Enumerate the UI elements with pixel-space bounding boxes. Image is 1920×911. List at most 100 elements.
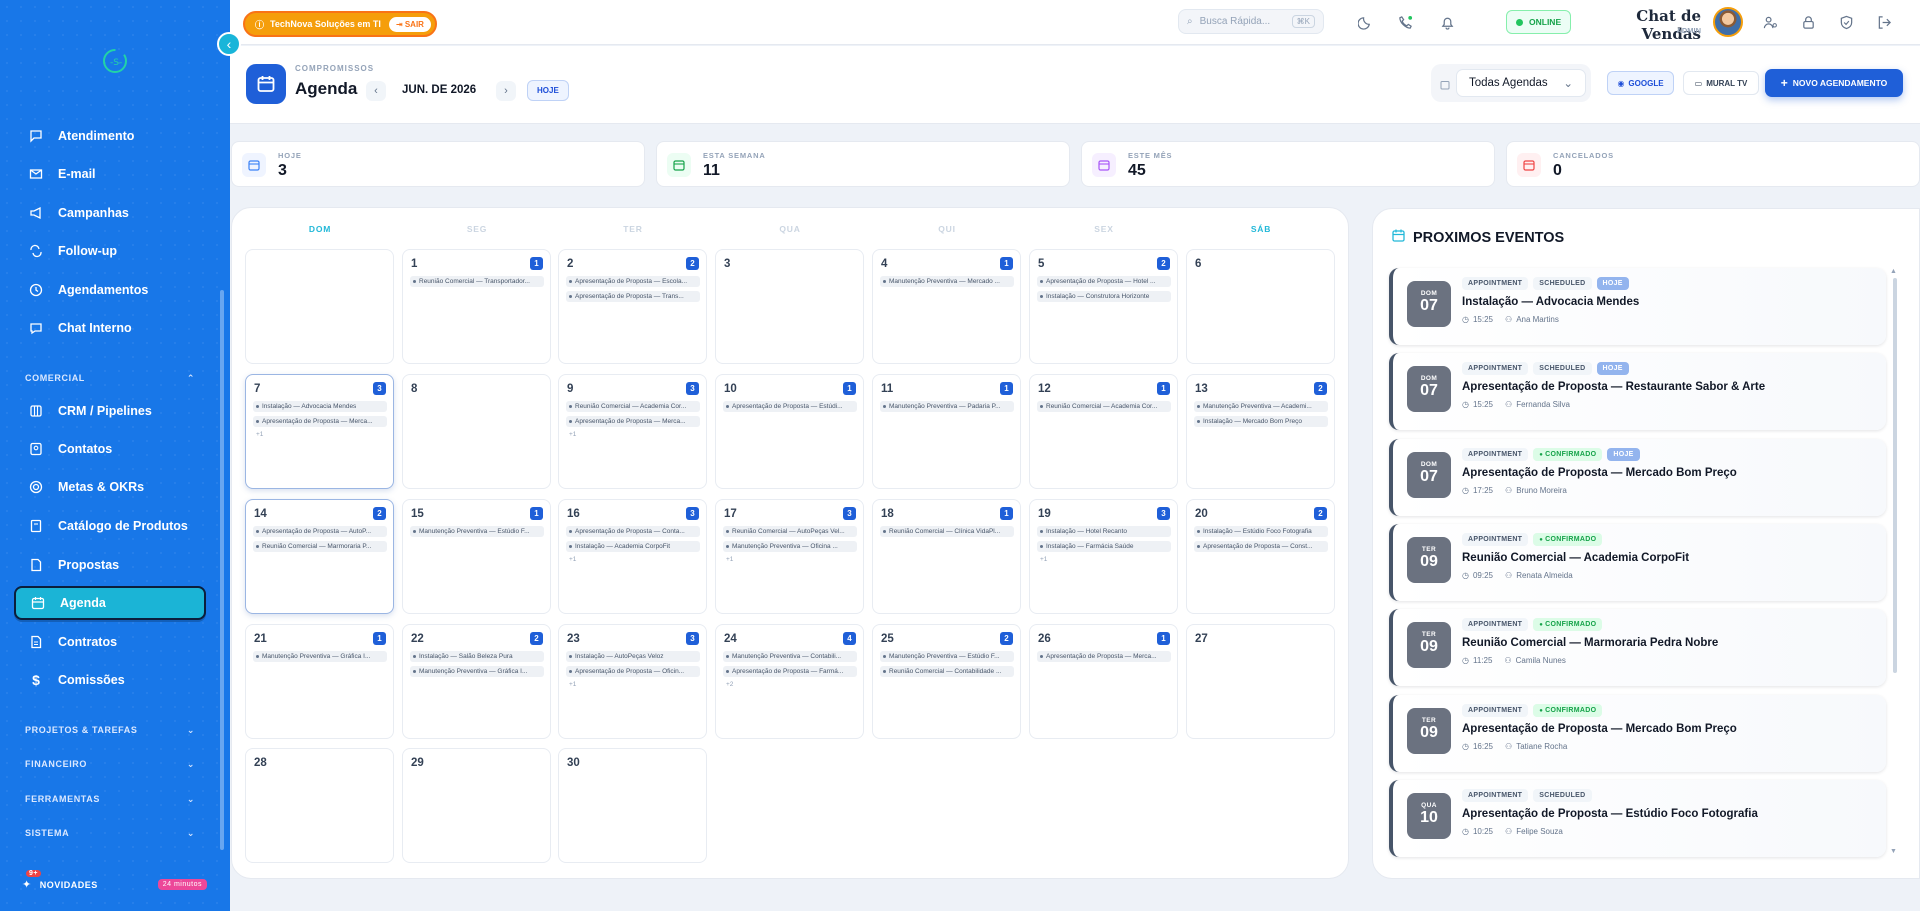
- google-button[interactable]: ◉ GOOGLE: [1607, 71, 1674, 95]
- bell-icon[interactable]: [1437, 12, 1457, 32]
- upcoming-event-card[interactable]: TER09 APPOINTMENT CONFIRMADO Reunião Comerc…: [1389, 609, 1886, 687]
- calendar-event[interactable]: Reunião Comercial — Marmoraria P...: [253, 541, 387, 552]
- upcoming-event-card[interactable]: TER09 APPOINTMENT CONFIRMADO Reunião Comerc…: [1389, 523, 1886, 601]
- status-badge[interactable]: ONLINE: [1506, 10, 1572, 34]
- calendar-event[interactable]: Reunião Comercial — Contabilidade ...: [880, 666, 1014, 677]
- calendar-day[interactable]: 22 2 Instalação — Salão Beleza Pura Manuten…: [402, 624, 551, 739]
- calendar-event[interactable]: Reunião Comercial — Clínica VidaPl...: [880, 526, 1014, 537]
- sidebar-item-atendimento[interactable]: Atendimento: [14, 119, 206, 153]
- calendar-event[interactable]: Apresentação de Proposta — Const...: [1194, 541, 1328, 552]
- calendar-day[interactable]: 27: [1186, 624, 1335, 739]
- calendar-event[interactable]: Apresentação de Proposta — Oficin...: [566, 666, 700, 677]
- calendar-day[interactable]: 21 1 Manutenção Preventiva — Gráfica I...: [245, 624, 394, 739]
- calendar-event[interactable]: Manutenção Preventiva — Gráfica I...: [253, 651, 387, 662]
- calendar-day[interactable]: 16 3 Apresentação de Proposta — Conta... In…: [558, 499, 707, 614]
- calendar-day[interactable]: 17 3 Reunião Comercial — AutoPeças Vel... M…: [715, 499, 864, 614]
- calendar-event[interactable]: Apresentação de Proposta — Farmá...: [723, 666, 857, 677]
- section-ferramentas[interactable]: FERRAMENTAS ⌄: [25, 794, 195, 805]
- section-sistema[interactable]: SISTEMA ⌄: [25, 828, 195, 839]
- calendar-day[interactable]: 6: [1186, 249, 1335, 364]
- more-events-link[interactable]: +2: [726, 681, 733, 688]
- calendar-day[interactable]: 5 2 Apresentação de Proposta — Hotel ... In…: [1029, 249, 1178, 364]
- next-month-button[interactable]: ›: [496, 81, 516, 101]
- calendar-event[interactable]: Manutenção Preventiva — Mercado ...: [880, 276, 1014, 287]
- upcoming-scrollbar[interactable]: [1893, 278, 1897, 673]
- calendar-event[interactable]: Apresentação de Proposta — Estúdi...: [723, 401, 857, 412]
- upcoming-event-card[interactable]: QUA 10 APPOINTMENT SCHEDULED Apresentação de…: [1389, 779, 1886, 857]
- logout-company-button[interactable]: ⇥ SAIR: [388, 16, 431, 32]
- calendar-day[interactable]: 28: [245, 748, 394, 863]
- lock-icon[interactable]: [1798, 12, 1818, 32]
- section-projetos[interactable]: PROJETOS & TAREFAS ⌄: [25, 725, 195, 736]
- logout-icon[interactable]: [1874, 12, 1894, 32]
- upcoming-event-card[interactable]: DOM 07 APPOINTMENT SCHEDULED HOJE Instalação …: [1389, 268, 1886, 345]
- calendar-day[interactable]: 29: [402, 748, 551, 863]
- calendar-day[interactable]: 26 1 Apresentação de Proposta — Merca...: [1029, 624, 1178, 739]
- section-financeiro[interactable]: FINANCEIRO ⌄: [25, 759, 195, 770]
- more-events-link[interactable]: +1: [569, 556, 576, 563]
- calendar-event[interactable]: Instalação — Hotel Recanto: [1037, 526, 1171, 537]
- calendar-day[interactable]: 18 1 Reunião Comercial — Clínica VidaPl...: [872, 499, 1021, 614]
- calendar-day[interactable]: 1 1 Reunião Comercial — Transportador...: [402, 249, 551, 364]
- calendar-event[interactable]: Apresentação de Proposta — Conta...: [566, 526, 700, 537]
- more-events-link[interactable]: +1: [569, 681, 576, 688]
- more-events-link[interactable]: +1: [726, 556, 733, 563]
- calendar-event[interactable]: Manutenção Preventiva — Estúdio F...: [410, 526, 544, 537]
- calendar-day[interactable]: 12 1 Reunião Comercial — Academia Cor...: [1029, 374, 1178, 489]
- more-events-link[interactable]: +1: [256, 431, 263, 438]
- mural-tv-button[interactable]: ▭ MURAL TV: [1683, 71, 1759, 95]
- calendar-event[interactable]: Manutenção Preventiva — Gráfica I...: [410, 666, 544, 677]
- calendar-day[interactable]: 30: [558, 748, 707, 863]
- calendar-event[interactable]: Instalação — Advocacia Mendes: [253, 401, 387, 412]
- sidebar-item-agenda[interactable]: Agenda: [14, 586, 206, 620]
- upcoming-event-card[interactable]: DOM 07 APPOINTMENT SCHEDULED HOJE Apresentaçã…: [1389, 353, 1886, 431]
- more-events-link[interactable]: +1: [569, 431, 576, 438]
- sidebar-item-follow-up[interactable]: Follow-up: [14, 234, 206, 268]
- calendar-event[interactable]: Manutenção Preventiva — Estúdio F...: [880, 651, 1014, 662]
- calendar-event[interactable]: Instalação — Academia CorpoFit: [566, 541, 700, 552]
- calendar-day[interactable]: 3: [715, 249, 864, 364]
- calendar-event[interactable]: Apresentação de Proposta — Merca...: [1037, 651, 1171, 662]
- sidebar-item-contratos[interactable]: Contratos: [14, 625, 206, 659]
- sidebar-item-comissoes[interactable]: $ Comissões: [14, 663, 206, 697]
- phone-icon[interactable]: [1395, 12, 1415, 32]
- calendar-event[interactable]: Reunião Comercial — Academia Cor...: [566, 401, 700, 412]
- calendar-day[interactable]: 25 2 Manutenção Preventiva — Estúdio F... R…: [872, 624, 1021, 739]
- today-button[interactable]: HOJE: [527, 80, 569, 101]
- news-link[interactable]: ✦ 9+ NOVIDADES 24 minutos: [22, 870, 207, 891]
- calendar-event[interactable]: Instalação — Mercado Bom Preço: [1194, 416, 1328, 427]
- calendar-day[interactable]: 7 3 Instalação — Advocacia Mendes Apresenta…: [245, 374, 394, 489]
- avatar[interactable]: [1713, 7, 1743, 37]
- calendar-day[interactable]: 2 2 Apresentação de Proposta — Escola... Ap…: [558, 249, 707, 364]
- calendar-day[interactable]: 23 3 Instalação — AutoPeças Veloz Apresenta…: [558, 624, 707, 739]
- calendar-event[interactable]: Instalação — Estúdio Foco Fotografia: [1194, 526, 1328, 537]
- calendar-day[interactable]: 20 2 Instalação — Estúdio Foco Fotografia A…: [1186, 499, 1335, 614]
- calendar-day[interactable]: 8: [402, 374, 551, 489]
- shield-icon[interactable]: [1836, 12, 1856, 32]
- calendar-event[interactable]: Reunião Comercial — Academia Cor...: [1037, 401, 1171, 412]
- calendar-day[interactable]: 19 3 Instalação — Hotel Recanto Instalação …: [1029, 499, 1178, 614]
- calendar-event[interactable]: Instalação — AutoPeças Veloz: [566, 651, 700, 662]
- calendar-day[interactable]: 13 2 Manutenção Preventiva — Academi... Ins…: [1186, 374, 1335, 489]
- calendar-day[interactable]: 14 2 Apresentação de Proposta — AutoP... Re…: [245, 499, 394, 614]
- sidebar-item-crm[interactable]: CRM / Pipelines: [14, 394, 206, 428]
- section-comercial[interactable]: COMERCIAL ⌃: [25, 373, 195, 384]
- scroll-up-icon[interactable]: ▲: [1890, 268, 1897, 275]
- calendar-day[interactable]: 10 1 Apresentação de Proposta — Estúdi...: [715, 374, 864, 489]
- sidebar-item-propostas[interactable]: Propostas: [14, 548, 206, 582]
- scroll-down-icon[interactable]: ▼: [1890, 848, 1897, 855]
- calendar-event[interactable]: Manutenção Preventiva — Contabili...: [723, 651, 857, 662]
- calendar-event[interactable]: Apresentação de Proposta — Escola...: [566, 276, 700, 287]
- calendar-day[interactable]: 15 1 Manutenção Preventiva — Estúdio F...: [402, 499, 551, 614]
- more-events-link[interactable]: +1: [1040, 556, 1047, 563]
- calendar-event[interactable]: Apresentação de Proposta — AutoP...: [253, 526, 387, 537]
- search-input[interactable]: ⌕ Busca Rápida... ⌘K: [1178, 9, 1324, 34]
- sidebar-item-email[interactable]: E-mail: [14, 157, 206, 191]
- agendas-select[interactable]: Todas Agendas ⌄: [1456, 69, 1586, 97]
- calendar-event[interactable]: Apresentação de Proposta — Trans...: [566, 291, 700, 302]
- sidebar-item-chat-interno[interactable]: Chat Interno: [14, 311, 206, 345]
- sidebar-item-agendamentos[interactable]: Agendamentos: [14, 273, 206, 307]
- calendar-day[interactable]: 11 1 Manutenção Preventiva — Padaria P...: [872, 374, 1021, 489]
- sidebar-item-contatos[interactable]: Contatos: [14, 432, 206, 466]
- calendar-day[interactable]: 24 4 Manutenção Preventiva — Contabili... A…: [715, 624, 864, 739]
